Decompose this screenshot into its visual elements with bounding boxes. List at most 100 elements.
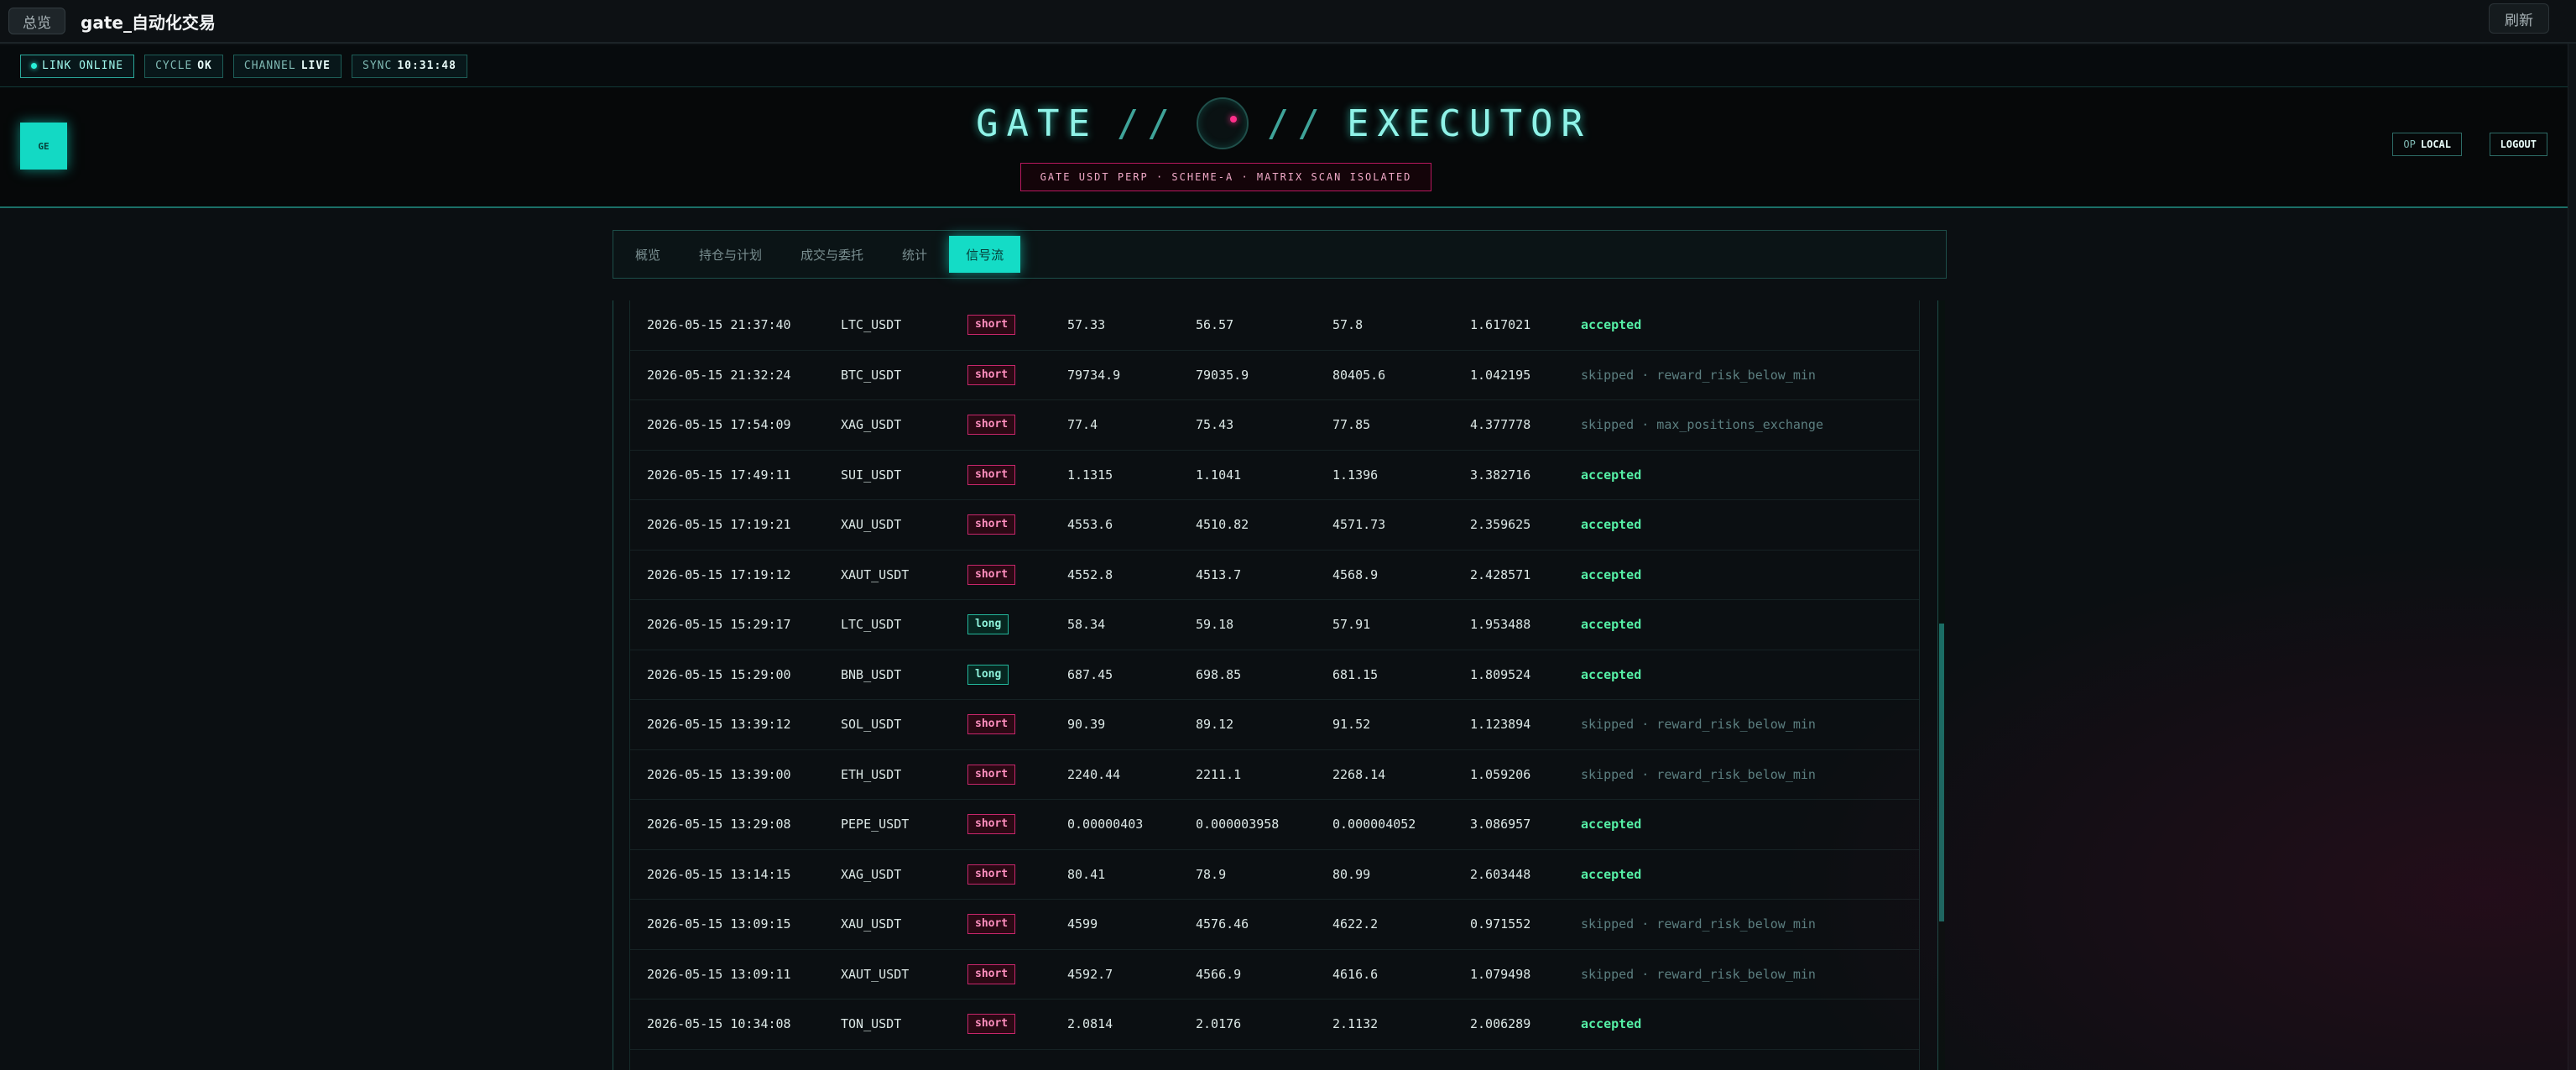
cell-status: accepted — [1581, 566, 1642, 582]
table-row[interactable]: 2026-05-15 10:34:08 TON_USDT short 2.0814 2.… — [630, 1000, 1919, 1050]
channel-status-chip: CHANNEL LIVE — [232, 54, 342, 78]
cell-symbol: ETH_USDT — [841, 766, 902, 782]
tab-fills-orders[interactable]: 成交与委托 — [784, 236, 880, 273]
cell-reward-risk: 4.377778 — [1470, 417, 1531, 433]
cell-symbol: XAG_USDT — [841, 417, 902, 433]
radar-icon — [1197, 97, 1249, 149]
cell-time: 2026-05-15 13:09:15 — [647, 916, 791, 932]
cell-side: short — [967, 415, 1067, 436]
op-value: LOCAL — [2420, 138, 2451, 150]
cell-status: skipped · max_positions_exchange — [1581, 417, 1823, 433]
refresh-button[interactable]: 刷新 — [2489, 3, 2549, 34]
cell-reward-risk: 1.617021 — [1470, 317, 1531, 333]
cell-target: 2211.1 — [1196, 766, 1242, 782]
cell-reward-risk: 1.809524 — [1470, 666, 1531, 682]
table-row[interactable]: 2026-05-15 13:39:12 SOL_USDT short 90.39 89.… — [630, 700, 1919, 750]
cell-entry: 1.1315 — [1067, 467, 1113, 483]
cell-side: short — [967, 315, 1067, 336]
status-bar: LINK ONLINE CYCLE OK CHANNEL LIVE SYNC 1… — [0, 45, 2568, 87]
cell-target: 79035.9 — [1196, 367, 1249, 383]
cell-stop: 80405.6 — [1332, 367, 1386, 383]
logout-button[interactable]: LOGOUT — [2489, 133, 2547, 156]
table-row[interactable]: 2026-05-15 13:29:08 PEPE_USDT short 0.00000… — [630, 800, 1919, 850]
cell-reward-risk: 1.042195 — [1470, 367, 1531, 383]
channel-label: CHANNEL — [243, 60, 296, 72]
table-row[interactable]: 2026-05-15 21:32:24 BTC_USDT short 79734.9 7… — [630, 351, 1919, 400]
table-row[interactable]: 2026-05-15 21:37:40 LTC_USDT short 57.33 56.… — [630, 300, 1919, 351]
cell-status: accepted — [1581, 1016, 1642, 1032]
cell-symbol: XAUT_USDT — [841, 566, 910, 582]
cell-time: 2026-05-15 17:19:12 — [647, 566, 791, 582]
brand-separator-left: // — [1117, 102, 1179, 145]
cell-side: short — [967, 364, 1067, 385]
cell-stop: 4622.2 — [1332, 916, 1379, 932]
cell-stop: 1.1396 — [1332, 467, 1379, 483]
table-scrollbar-thumb[interactable] — [1939, 624, 1944, 921]
cell-time: 2026-05-15 13:14:15 — [647, 866, 791, 882]
side-badge: short — [967, 814, 1016, 835]
cell-reward-risk: 3.086957 — [1470, 817, 1531, 833]
cell-target: 56.57 — [1196, 317, 1234, 333]
cell-symbol: BNB_USDT — [841, 666, 902, 682]
cell-side: short — [967, 1014, 1067, 1035]
table-row[interactable]: 2026-05-15 17:19:21 XAU_USDT short 4553.6 45… — [630, 500, 1919, 551]
table-row[interactable]: 2026-05-15 15:29:00 BNB_USDT long 687.45 698… — [630, 650, 1919, 700]
cell-entry: 4553.6 — [1067, 517, 1113, 533]
op-label: OP — [2403, 138, 2416, 150]
cycle-label: CYCLE — [155, 60, 193, 72]
cell-reward-risk: 2.006289 — [1470, 1016, 1531, 1032]
table-row[interactable]: 2026-05-15 15:29:17 LTC_USDT long 58.34 59.1… — [630, 600, 1919, 650]
cell-status: accepted — [1581, 666, 1642, 682]
cell-side: short — [967, 564, 1067, 585]
cell-side: short — [967, 914, 1067, 935]
table-row[interactable]: 2026-05-15 17:49:11 SUI_USDT short 1.1315 1.… — [630, 451, 1919, 500]
table-row[interactable]: 2026-05-15 17:19:12 XAUT_USDT short 4552.8 4… — [630, 551, 1919, 600]
side-badge: short — [967, 564, 1016, 585]
cell-status: accepted — [1581, 866, 1642, 882]
top-bar: 总览 gate_自动化交易 刷新 — [0, 0, 2576, 44]
cell-target: 1.1041 — [1196, 467, 1242, 483]
tab-bar: 概览 持仓与计划 成交与委托 统计 信号流 — [613, 230, 1947, 279]
cell-entry: 57.33 — [1067, 317, 1106, 333]
cell-status: skipped · reward_risk_below_min — [1581, 717, 1816, 733]
cell-stop: 80.99 — [1332, 866, 1371, 882]
tab-stats[interactable]: 统计 — [885, 236, 944, 273]
cell-reward-risk: 1.079498 — [1470, 966, 1531, 982]
page-scrollbar[interactable] — [2568, 44, 2576, 1070]
table-row[interactable]: 2026-05-15 13:39:00 ETH_USDT short 2240.44 2… — [630, 750, 1919, 800]
cycle-value: OK — [197, 60, 212, 72]
cell-time: 2026-05-15 17:54:09 — [647, 417, 791, 433]
cell-reward-risk: 1.123894 — [1470, 717, 1531, 733]
cell-side: short — [967, 714, 1067, 735]
cell-symbol: XAUT_USDT — [841, 966, 910, 982]
cell-target: 698.85 — [1196, 666, 1242, 682]
cell-status: skipped · reward_risk_below_min — [1581, 916, 1816, 932]
table-scrollbar[interactable] — [1938, 300, 1945, 1070]
cell-status: accepted — [1581, 817, 1642, 833]
cell-stop: 4616.6 — [1332, 966, 1379, 982]
link-status-chip: LINK ONLINE — [20, 54, 135, 78]
market-subtitle: GATE USDT PERP · SCHEME-A · MATRIX SCAN … — [1020, 163, 1431, 191]
cell-entry: 58.34 — [1067, 617, 1106, 633]
tab-signal-stream[interactable]: 信号流 — [949, 236, 1021, 273]
side-badge: short — [967, 1014, 1016, 1035]
cell-side: short — [967, 764, 1067, 785]
cell-reward-risk: 2.428571 — [1470, 566, 1531, 582]
table-row[interactable]: 2026-05-15 13:09:11 XAUT_USDT short 4592.7 4… — [630, 950, 1919, 1000]
table-row[interactable]: 2026-05-15 13:14:15 XAG_USDT short 80.41 78.… — [630, 850, 1919, 900]
overview-button[interactable]: 总览 — [8, 8, 65, 34]
brand-left: GATE — [976, 102, 1099, 145]
table-row[interactable]: 2026-05-15 17:54:09 XAG_USDT short 77.4 75.4… — [630, 400, 1919, 451]
cell-time: 2026-05-15 13:29:08 — [647, 817, 791, 833]
cell-symbol: BTC_USDT — [841, 367, 902, 383]
cell-target: 2.0176 — [1196, 1016, 1242, 1032]
tab-overview[interactable]: 概览 — [618, 236, 677, 273]
table-row[interactable]: 2026-05-15 13:09:15 XAU_USDT short 4599 4576… — [630, 900, 1919, 950]
cell-entry: 80.41 — [1067, 866, 1106, 882]
cell-status: accepted — [1581, 517, 1642, 533]
cell-time: 2026-05-15 21:32:24 — [647, 367, 791, 383]
cell-stop: 0.000004052 — [1332, 817, 1416, 833]
tab-positions-plans[interactable]: 持仓与计划 — [682, 236, 779, 273]
cell-time: 2026-05-15 17:49:11 — [647, 467, 791, 483]
cell-target: 59.18 — [1196, 617, 1234, 633]
